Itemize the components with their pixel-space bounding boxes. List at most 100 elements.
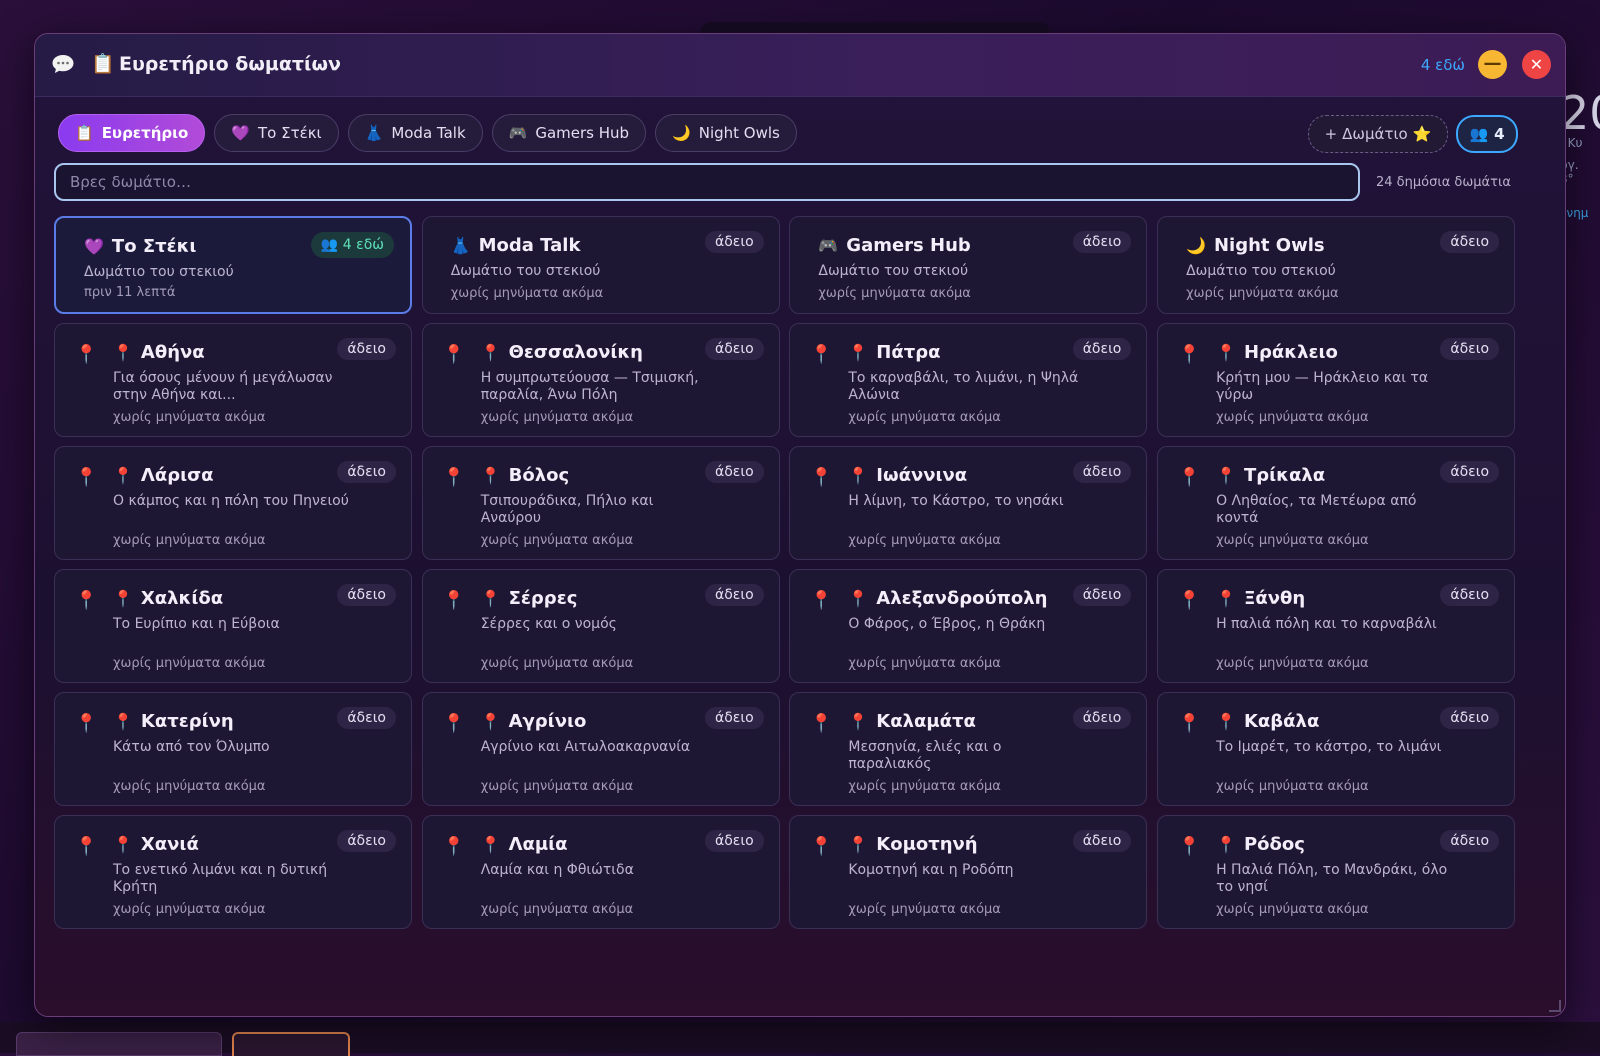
online-users-button[interactable]: 👥 4 [1456,115,1518,153]
pin-icon: 📍 [848,589,869,608]
pin-icon: 📍 [1216,589,1236,608]
room-last-activity: χωρίς μηνύματα ακόμα [848,779,1001,794]
pin-icon: 📍 [810,344,833,365]
dress-icon: 👗 [450,236,471,255]
tab-to-steki[interactable]: 💜 Το Στέκι [214,114,339,152]
pin-icon: 📍 [810,590,833,611]
pin-icon: 📍 [1178,836,1201,857]
pin-icon: 📍 [480,466,501,485]
city-room-card[interactable]: 📍 📍 Κομοτηνή Κομοτηνή και η Ροδόπη χωρίς μην… [789,815,1148,929]
city-room-card[interactable]: 📍 📍 Κατερίνη Κάτω από τον Όλυμπο χωρίς μηνύμ… [54,692,412,806]
pin-icon: 📍 [848,712,869,731]
room-name: Ξάνθη [1243,588,1306,609]
pin-icon: 📍 [848,835,869,854]
room-name: Χανιά [140,834,199,855]
tab-gamers-hub[interactable]: 🎮 Gamers Hub [491,114,647,152]
pin-icon: 📍 [810,836,833,857]
room-description: Λαμία και η Φθιώτιδα [480,862,634,878]
city-room-card[interactable]: 📍 📍 Λαμία Λαμία και η Φθιώτιδα χωρίς μηνύματ… [421,815,780,929]
room-last-activity: χωρίς μηνύματα ακόμα [1216,410,1369,425]
pin-icon: 📍 [1178,590,1201,611]
tab-label: Ευρετήριο [101,124,189,142]
taskbar-item-active[interactable] [232,1032,350,1056]
city-room-card[interactable]: 📍 📍 Ιωάννινα Η λίμνη, το Κάστρο, το νησάκι χ… [789,446,1148,560]
pin-icon: 📍 [442,713,466,734]
room-search-input[interactable] [54,163,1360,201]
tab-label: Gamers Hub [535,124,630,142]
room-last-activity: χωρίς μηνύματα ακόμα [1186,286,1339,301]
room-description: Αγρίνιο και Αιτωλοακαρνανία [480,739,691,755]
room-empty-badge: άδειο [705,830,764,852]
room-empty-badge: άδειο [1072,461,1132,483]
city-room-card[interactable]: 📍 📍 Ρόδος Η Παλιά Πόλη, το Μανδράκι, όλο το… [1157,815,1516,929]
city-room-card[interactable]: 📍 📍 Χανιά Το ενετικό λιμάνι και η δυτική Κρ… [54,815,412,929]
pin-icon: 📍 [75,467,98,488]
city-room-card[interactable]: 📍 📍 Καβάλα Το Ιμαρέτ, το κάστρο, το λιμάνι χ… [1157,692,1516,806]
room-empty-badge: άδειο [1072,338,1132,360]
tab-directory[interactable]: 📋 Ευρετήριο [58,114,206,152]
room-card-to-steki[interactable]: 💜 Το Στέκι Δωμάτιο του στεκιού πριν 11 λ… [54,216,412,314]
city-room-card[interactable]: 📍 📍 Αλεξανδρούπολη Ο Φάρος, ο Έβρος, η Θράκ… [789,569,1148,683]
room-empty-badge: άδειο [705,231,764,253]
city-room-card[interactable]: 📍 📍 Βόλος Τσιπουράδικα, Πήλιο και Αναύρου χω… [421,446,780,560]
tab-label: Moda Talk [391,124,466,142]
room-empty-badge: άδειο [1440,338,1500,360]
city-room-card[interactable]: 📍 📍 Ξάνθη Η παλιά πόλη και το καρναβάλι χωρί… [1157,569,1516,683]
room-card-night-owls[interactable]: 🌙 Night Owls Δωμάτιο του στεκιού χωρίς μ… [1157,216,1516,314]
add-room-button[interactable]: + Δωμάτιο ⭐ [1308,115,1448,153]
room-description: Κρήτη μου — Ηράκλειο και τα γύρω [1216,370,1429,403]
city-room-card[interactable]: 📍 📍 Θεσσαλονίκη Η συμπρωτεύουσα — Τσιμισκή,… [421,323,780,437]
city-room-card[interactable]: 📍 📍 Αθήνα Για όσους μένουν ή μεγάλωσαν στην… [54,323,412,437]
room-last-activity: χωρίς μηνύματα ακόμα [113,533,266,548]
room-empty-badge: άδειο [705,707,764,729]
city-room-card[interactable]: 📍 📍 Αγρίνιο Αγρίνιο και Αιτωλοακαρνανία χωρί… [421,692,780,806]
city-room-card[interactable]: 📍 📍 Λάρισα Ο κάμπος και η πόλη του Πηνειού χ… [54,446,412,560]
room-here-badge: 👥 4 εδώ [310,232,394,258]
room-name: Σέρρες [508,588,578,609]
resize-handle[interactable] [1549,1000,1561,1012]
room-name: Ρόδος [1243,834,1305,855]
city-room-card[interactable]: 📍 📍 Σέρρες Σέρρες και ο νομός χωρίς μηνύματα… [421,569,780,683]
pin-icon: 📍 [480,835,501,854]
room-empty-badge: άδειο [1072,830,1132,852]
room-card-header: 💜 Το Στέκι [84,236,196,257]
pin-icon: 📍 [113,589,133,608]
room-description: Για όσους μένουν ή μεγάλωσαν στην Αθήνα … [113,370,333,403]
tab-moda-talk[interactable]: 👗 Moda Talk [347,114,483,152]
pin-icon: 📍 [810,467,833,488]
room-card-header: 🌙 Night Owls [1186,235,1325,256]
city-room-card[interactable]: 📍 📍 Χαλκίδα Το Ευρίπιο και η Εύβοια χωρίς μη… [54,569,412,683]
city-room-card[interactable]: 📍 📍 Καλαμάτα Μεσσηνία, ελιές και ο παραλιακ… [789,692,1148,806]
title-bar[interactable]: 📋 Ευρετήριο δωματίων 4 εδώ — ✕ [35,34,1565,97]
minimize-button[interactable]: — [1478,50,1507,79]
city-room-card[interactable]: 📍 📍 Πάτρα Το καρναβάλι, το λιμάνι, η Ψηλά Α… [789,323,1148,437]
public-rooms-count: 24 δημόσια δωμάτια [1376,175,1511,190]
room-last-activity: πριν 11 λεπτά [84,285,176,300]
city-room-card[interactable]: 📍 📍 Τρίκαλα Ο Ληθαίος, τα Μετέωρα από κοντά… [1157,446,1516,560]
room-card-header: 📍 Κομοτηνή [848,834,977,855]
taskbar-item[interactable] [16,1032,222,1056]
background-peek-number: 20 [1560,86,1600,140]
room-directory-window: 📋 Ευρετήριο δωματίων 4 εδώ — ✕ 📋 Ευρετήρ… [34,33,1566,1017]
room-card-gamers-hub[interactable]: 🎮 Gamers Hub Δωμάτιο του στεκιού χωρίς μ… [789,216,1148,314]
city-room-card[interactable]: 📍 📍 Ηράκλειο Κρήτη μου — Ηράκλειο και τα γύ… [1157,323,1516,437]
room-card-header: 📍 Ηράκλειο [1216,342,1338,363]
room-name: Ιωάννινα [876,465,968,486]
pin-icon: 📍 [442,344,466,365]
game-controller-icon: 🎮 [508,124,528,142]
room-last-activity: χωρίς μηνύματα ακόμα [848,410,1001,425]
game-controller-icon: 🎮 [818,236,839,255]
clipboard-icon: 📋 [91,53,115,75]
pin-icon: 📍 [480,589,501,608]
room-card-header: 📍 Ξάνθη [1216,588,1305,609]
room-tabs: 📋 Ευρετήριο 💜 Το Στέκι 👗 Moda Talk 🎮 Gam… [58,114,797,152]
tab-night-owls[interactable]: 🌙 Night Owls [655,114,797,152]
close-button[interactable]: ✕ [1522,50,1551,79]
room-card-moda-talk[interactable]: 👗 Moda Talk Δωμάτιο του στεκιού χωρίς μη… [421,216,780,314]
background-peek-link[interactable]: ενημ [1560,206,1600,220]
room-last-activity: χωρίς μηνύματα ακόμα [480,902,634,917]
room-name: Gamers Hub [846,235,971,256]
pin-icon: 📍 [810,713,833,734]
room-empty-badge: άδειο [1440,231,1500,253]
room-card-header: 📍 Κατερίνη [113,711,234,732]
